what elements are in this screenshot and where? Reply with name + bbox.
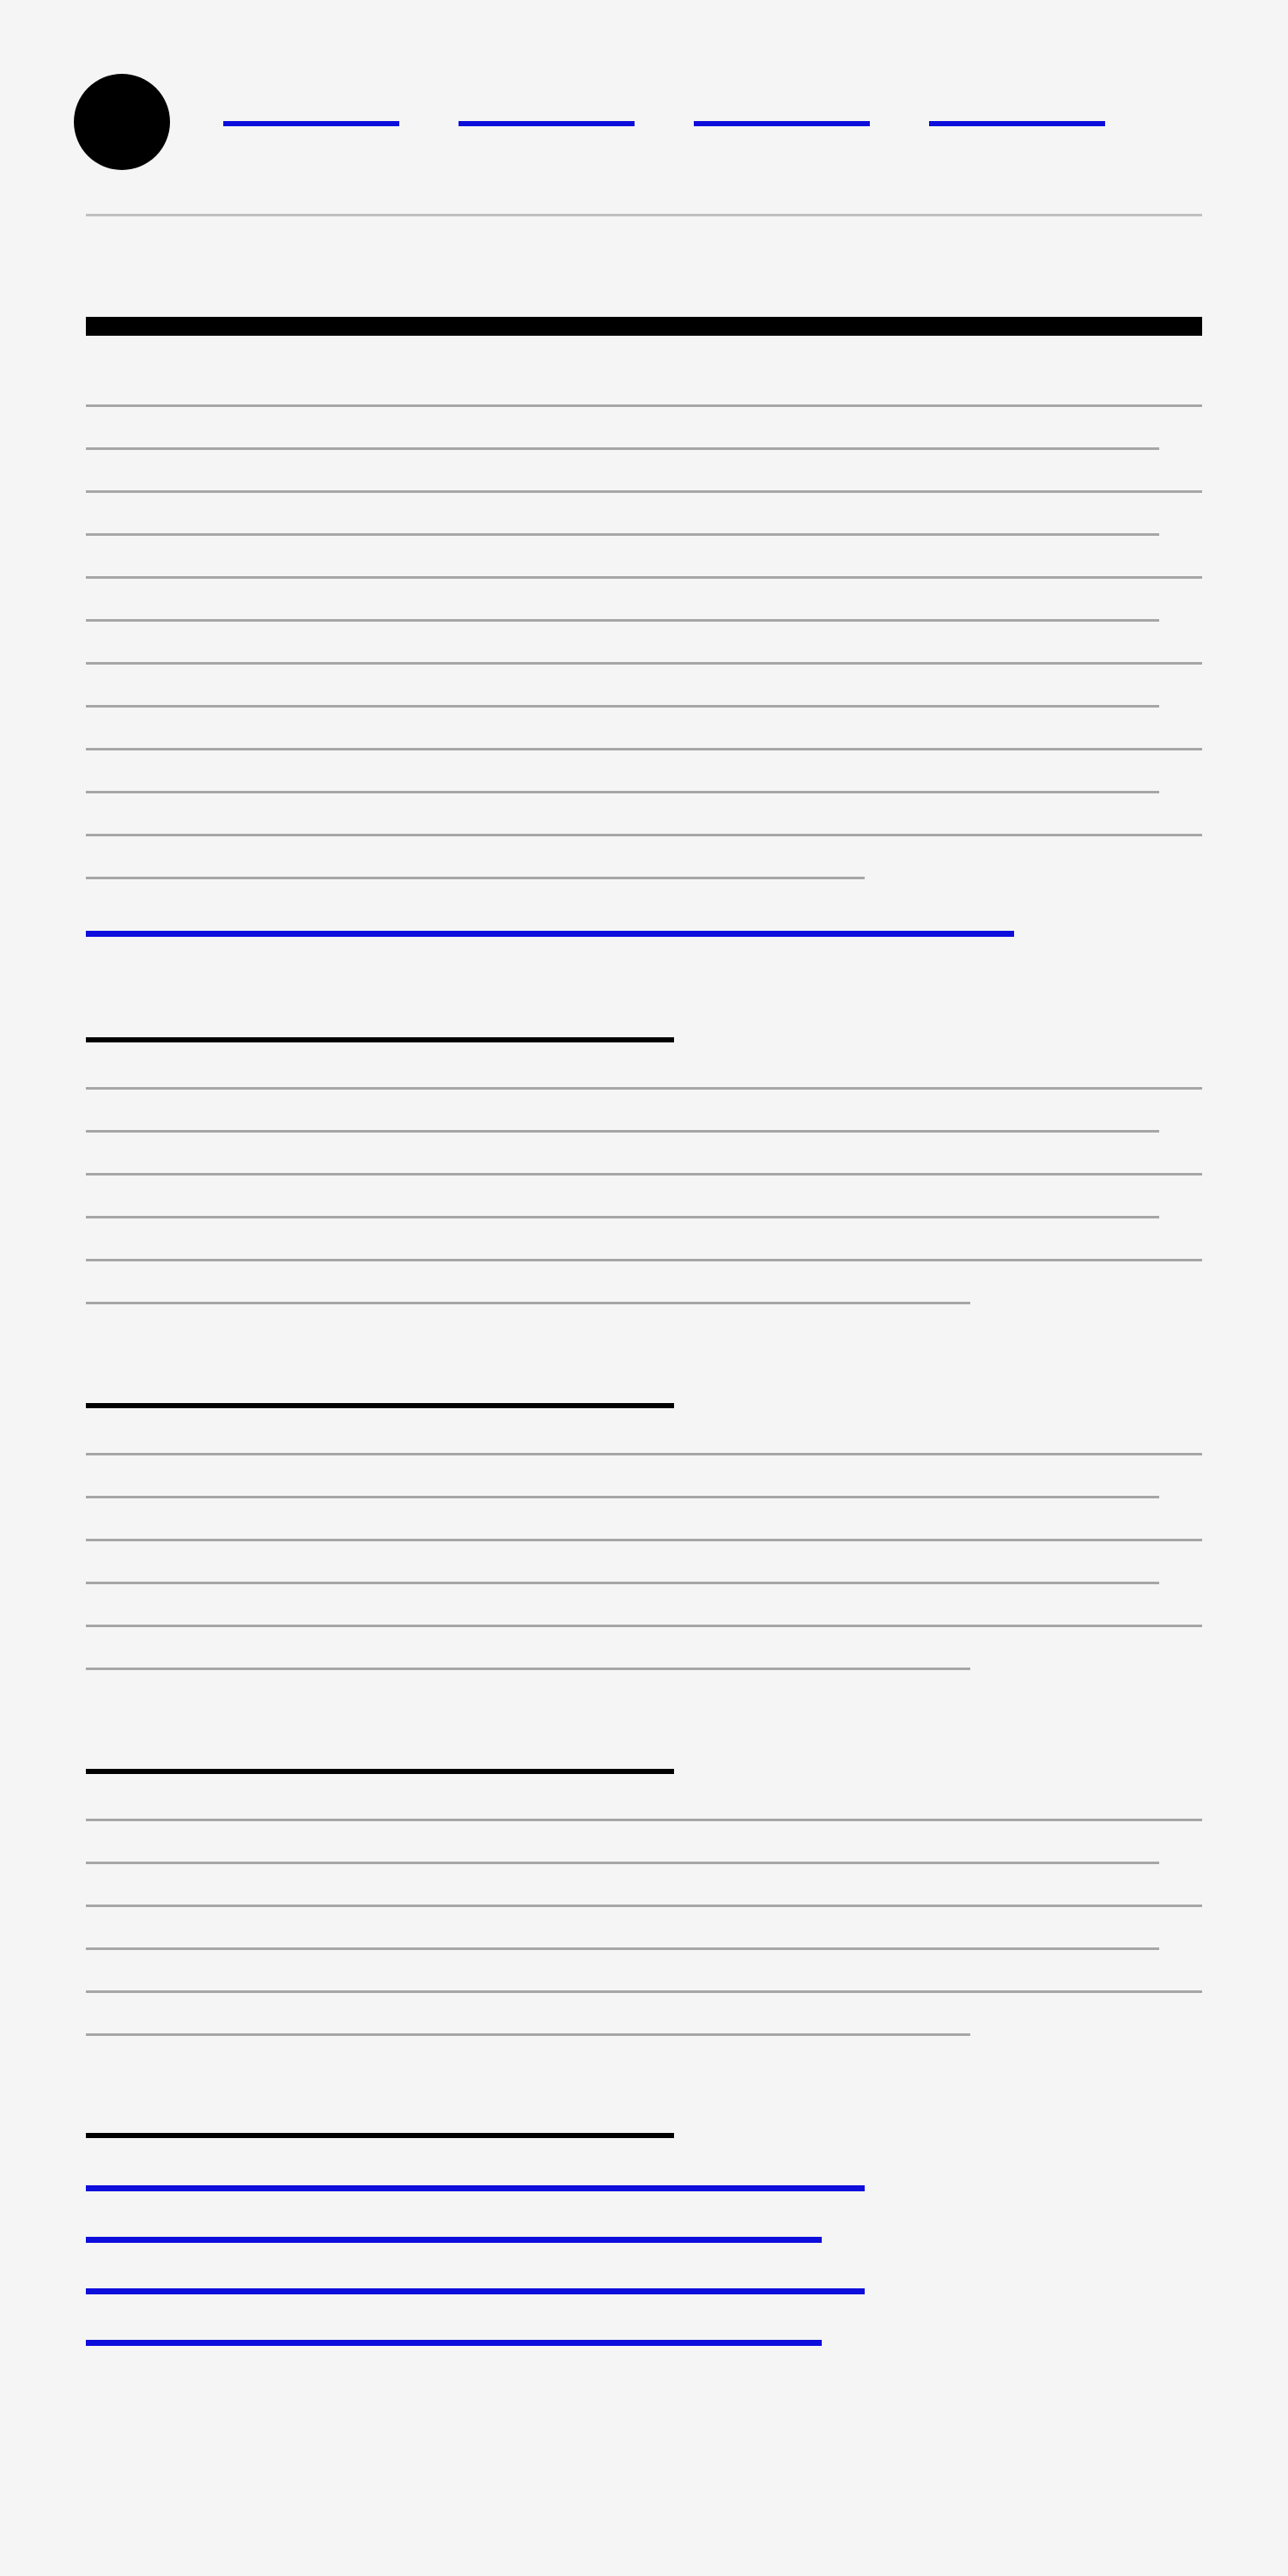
- text-line: [86, 576, 1202, 579]
- page-title: [86, 317, 1202, 336]
- nav-link-2[interactable]: [459, 121, 635, 126]
- header-divider: [86, 214, 1202, 216]
- text-line: [86, 2033, 970, 2036]
- text-line: [86, 1216, 1159, 1218]
- text-line: [86, 877, 865, 879]
- text-line: [86, 1302, 970, 1304]
- section-heading-3: [86, 1769, 674, 1774]
- text-line: [86, 1668, 970, 1670]
- text-line: [86, 1819, 1202, 1821]
- related-link-2[interactable]: [86, 2237, 822, 2243]
- related-link-1[interactable]: [86, 2185, 865, 2191]
- text-line: [86, 619, 1159, 622]
- text-line: [86, 1862, 1159, 1864]
- text-line: [86, 1582, 1159, 1584]
- section-heading-1: [86, 1037, 674, 1042]
- text-line: [86, 705, 1159, 708]
- text-line: [86, 447, 1159, 450]
- nav-link-3[interactable]: [694, 121, 870, 126]
- text-line: [86, 1453, 1202, 1455]
- text-line: [86, 1539, 1202, 1541]
- text-line: [86, 1173, 1202, 1176]
- primary-link[interactable]: [86, 931, 1014, 937]
- related-links-heading: [86, 2133, 674, 2138]
- text-line: [86, 1990, 1202, 1993]
- text-line: [86, 1087, 1202, 1090]
- nav-link-4[interactable]: [929, 121, 1105, 126]
- related-link-3[interactable]: [86, 2288, 865, 2294]
- text-line: [86, 1625, 1202, 1627]
- text-line: [86, 1905, 1202, 1907]
- text-line: [86, 834, 1202, 836]
- page: [0, 0, 1288, 2576]
- text-line: [86, 1947, 1159, 1950]
- text-line: [86, 662, 1202, 665]
- text-line: [86, 490, 1202, 493]
- text-line: [86, 791, 1159, 793]
- text-line: [86, 404, 1202, 407]
- nav-link-1[interactable]: [223, 121, 399, 126]
- text-line: [86, 1130, 1159, 1133]
- related-link-4[interactable]: [86, 2340, 822, 2346]
- text-line: [86, 1496, 1159, 1498]
- section-heading-2: [86, 1403, 674, 1408]
- site-logo[interactable]: [74, 74, 170, 170]
- text-line: [86, 533, 1159, 536]
- text-line: [86, 1259, 1202, 1261]
- text-line: [86, 748, 1202, 750]
